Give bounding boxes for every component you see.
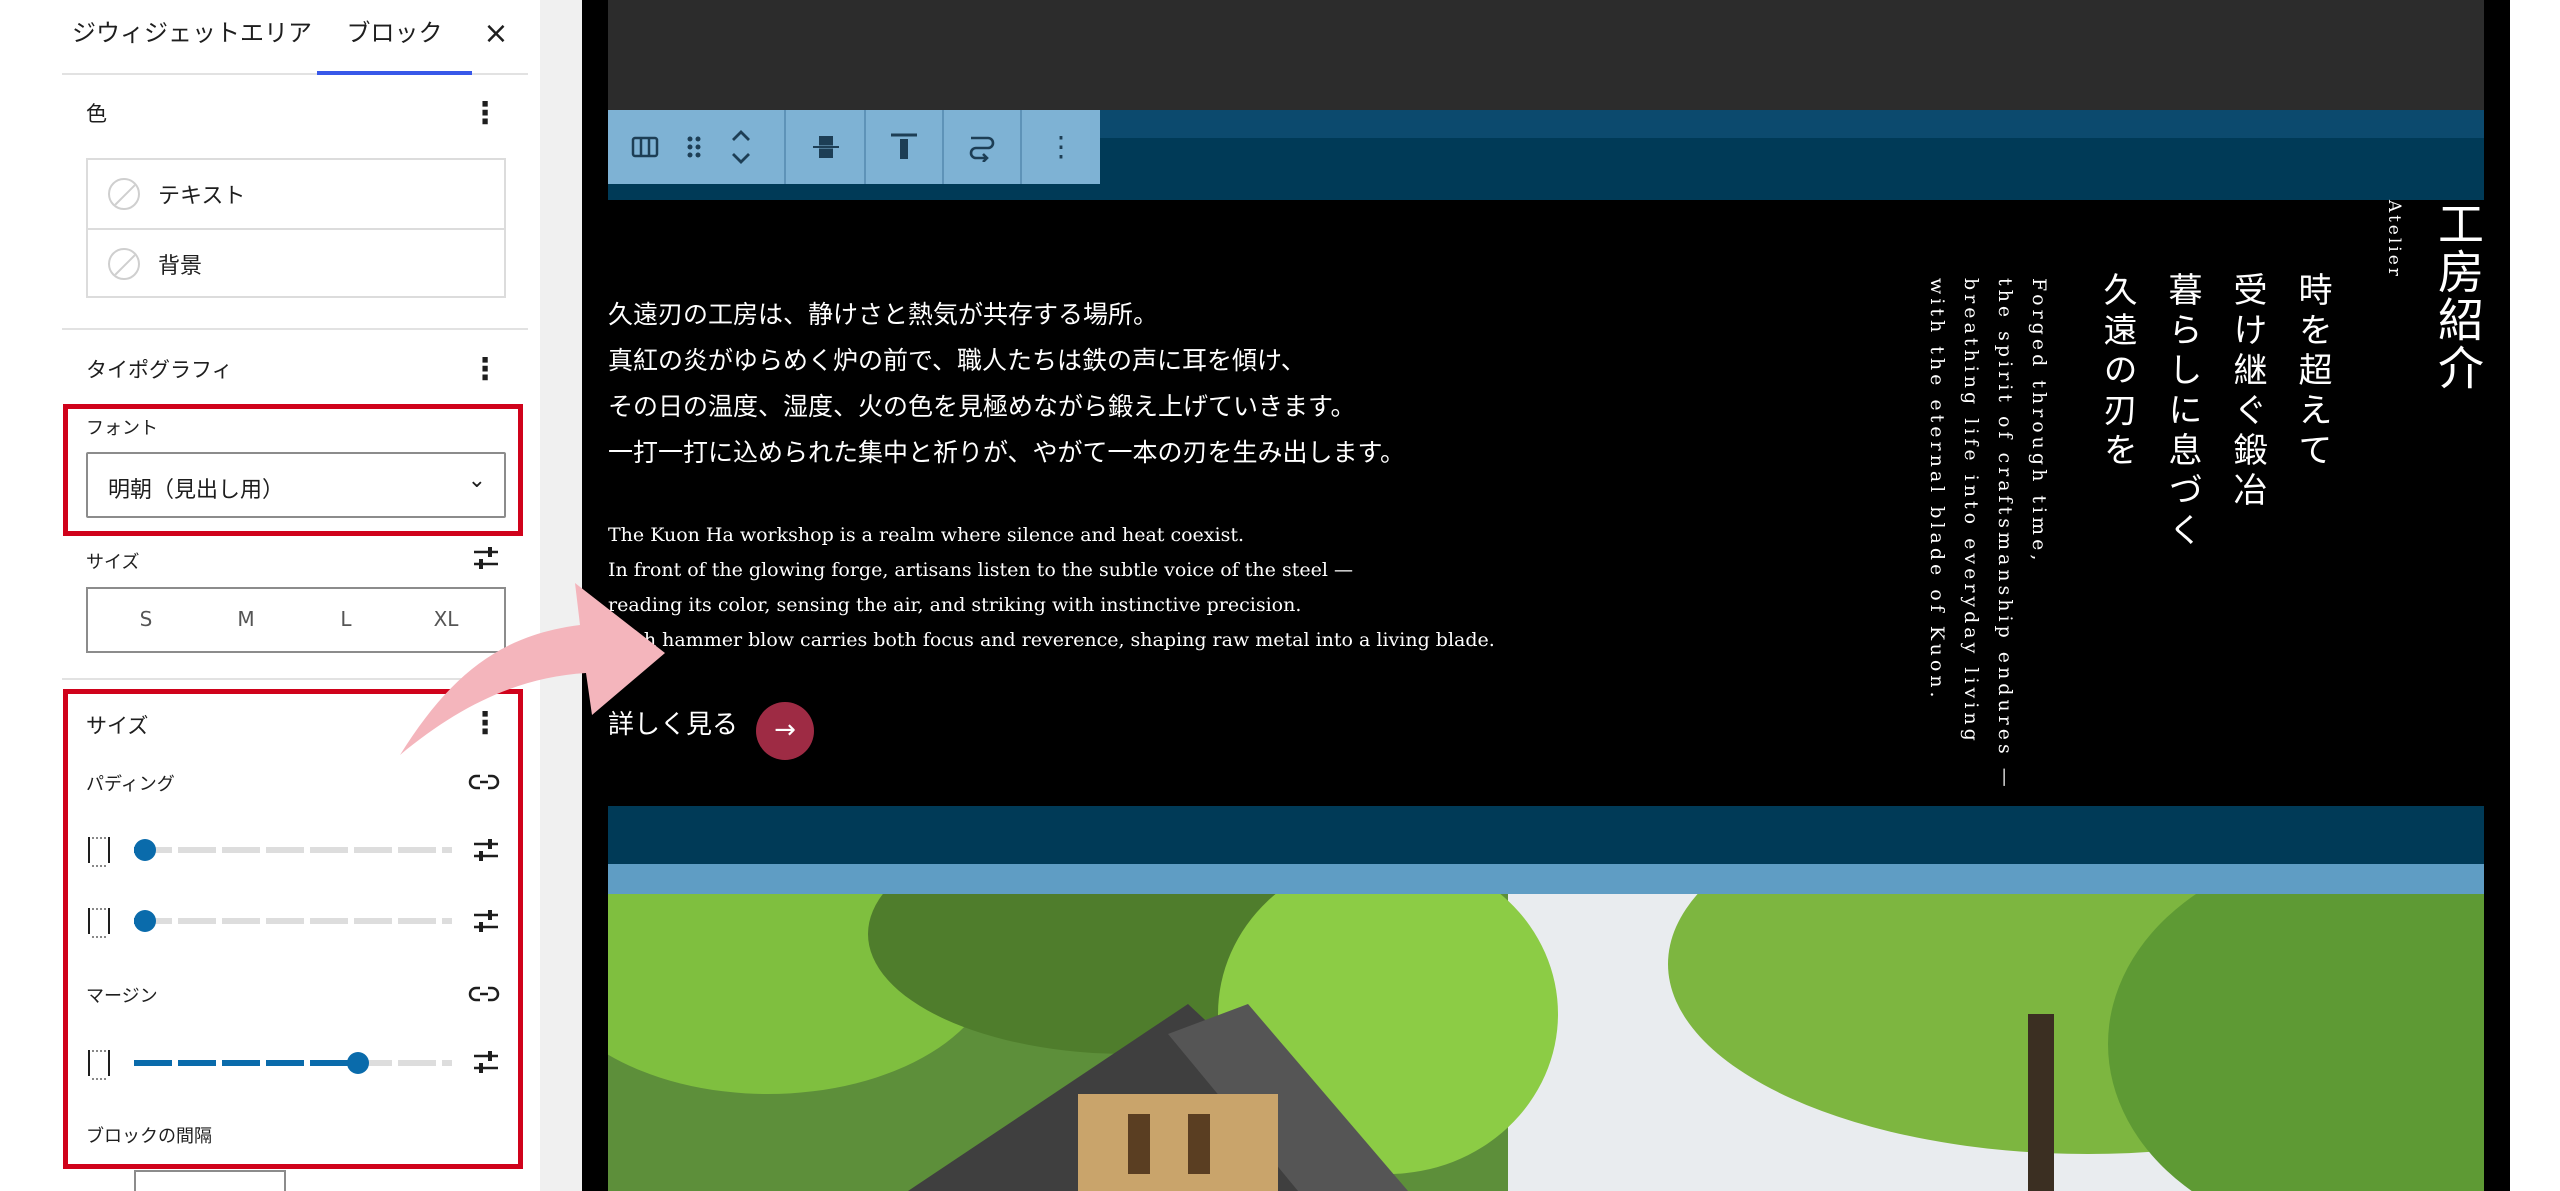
poem-line-en: with the eternal blade of Kuon. bbox=[1926, 278, 1948, 702]
section-divider bbox=[62, 328, 528, 330]
size-option-l[interactable]: L bbox=[316, 607, 376, 631]
intro-line: 一打一打に込められた集中と祈りが、やがて一本の刃を生み出します。 bbox=[608, 438, 1406, 467]
intro-line-en: The Kuon Ha workshop is a realm where si… bbox=[608, 524, 1245, 546]
poem-line: 久遠の刃を bbox=[2097, 272, 2137, 472]
intro-line-en: reading its color, sensing the air, and … bbox=[608, 594, 1302, 616]
intro-text-jp: 久遠刃の工房は、静けさと熱気が共存する場所。 真紅の炎がゆらめく炉の前で、職人た… bbox=[608, 292, 1405, 476]
margin-slider[interactable] bbox=[134, 1052, 452, 1074]
link-sides-icon[interactable] bbox=[468, 978, 500, 1010]
margin-side-icon bbox=[88, 1050, 110, 1080]
settings-tabs: ジウィジェットエリア ブロック × bbox=[62, 0, 528, 75]
padding-bottom-slider[interactable] bbox=[134, 910, 452, 932]
preview-top-band bbox=[608, 0, 2484, 110]
drag-handle-icon[interactable] bbox=[684, 132, 704, 162]
intro-line: その日の温度、湿度、火の色を見極めながら鍛え上げていきます。 bbox=[608, 392, 1356, 421]
empty-swatch-icon bbox=[108, 178, 140, 210]
tab-block[interactable]: ブロック bbox=[317, 0, 472, 75]
section-heading-sub: Atelier bbox=[2384, 200, 2404, 279]
align-center-icon bbox=[813, 136, 839, 158]
poem-line: 時を超えて bbox=[2292, 272, 2332, 472]
photo-section bbox=[608, 806, 2484, 1191]
canvas-frame-right bbox=[2484, 0, 2510, 1191]
section-heading: 工房紹介 bbox=[2431, 200, 2485, 392]
intro-text-en: The Kuon Ha workshop is a realm where si… bbox=[608, 518, 1495, 658]
color-item-label: テキスト bbox=[158, 184, 246, 209]
poem-line: 受け継ぐ鍛冶 bbox=[2227, 272, 2267, 512]
dimensions-section-title: サイズ bbox=[86, 714, 149, 738]
align-vertical-center-button[interactable] bbox=[786, 110, 866, 184]
color-options-kebab-icon[interactable]: ⋮ bbox=[470, 94, 500, 134]
custom-margin-icon[interactable] bbox=[470, 1046, 502, 1078]
color-options-box: テキスト 背景 bbox=[86, 158, 506, 298]
color-item-background[interactable]: 背景 bbox=[88, 228, 504, 296]
intro-line-en: In front of the glowing forge, artisans … bbox=[608, 559, 1353, 581]
color-section-title: 色 bbox=[86, 102, 107, 126]
align-top-button[interactable] bbox=[866, 110, 944, 184]
custom-padding-icon[interactable] bbox=[470, 834, 502, 866]
poem-line-en: breathing life into everyday living bbox=[1960, 278, 1982, 745]
block-type-group bbox=[608, 110, 786, 184]
typography-section-title: タイポグラフィ bbox=[86, 358, 233, 382]
workshop-photo bbox=[608, 894, 2484, 1191]
block-toolbar: ⋮ bbox=[608, 110, 1100, 184]
font-label: フォント bbox=[86, 418, 158, 439]
transform-button[interactable] bbox=[944, 110, 1022, 184]
move-up-down-icon[interactable] bbox=[726, 124, 756, 170]
poem-line-en: Forged through time, bbox=[2028, 278, 2050, 565]
typography-options-kebab-icon[interactable]: ⋮ bbox=[470, 350, 500, 390]
margin-label: マージン bbox=[86, 986, 158, 1007]
block-spacing-input[interactable] bbox=[134, 1170, 286, 1191]
columns-icon[interactable] bbox=[630, 132, 660, 162]
editor-canvas: ⋮ 久遠刃の工房は、静けさと熱気が共存する場所。 真紅の炎がゆらめく炉の前で、職… bbox=[582, 0, 2510, 1191]
padding-side-icon bbox=[88, 908, 110, 938]
size-option-m[interactable]: M bbox=[216, 607, 276, 631]
size-option-s[interactable]: S bbox=[116, 607, 176, 631]
empty-swatch-icon bbox=[108, 248, 140, 280]
close-panel-icon[interactable]: × bbox=[476, 14, 516, 54]
padding-top-slider[interactable] bbox=[134, 839, 452, 861]
block-options-kebab-icon[interactable]: ⋮ bbox=[1022, 110, 1100, 184]
block-spacing-label: ブロックの間隔 bbox=[86, 1126, 212, 1147]
annotation-arrow-icon bbox=[400, 583, 665, 755]
padding-top-side-icon bbox=[88, 837, 110, 867]
chevron-down-icon: ⌄ bbox=[467, 468, 486, 493]
align-top-icon bbox=[891, 133, 917, 159]
padding-label: パディング bbox=[86, 774, 175, 795]
poem-line: 暮らしに息づく bbox=[2162, 272, 2202, 552]
arrow-right-icon[interactable]: → bbox=[756, 702, 814, 760]
font-select-value: 明朝（見出し用） bbox=[108, 478, 285, 503]
custom-padding-icon[interactable] bbox=[470, 905, 502, 937]
editor-screen: ジウィジェットエリア ブロック × 色 ⋮ テキスト 背景 タイポグラフィ ⋮ … bbox=[0, 0, 2560, 1191]
color-item-text[interactable]: テキスト bbox=[88, 160, 504, 228]
poem-line-en: the spirit of craftsmanship endures — bbox=[1994, 278, 2016, 791]
intro-line: 真紅の炎がゆらめく炉の前で、職人たちは鉄の声に耳を傾け、 bbox=[608, 346, 1306, 375]
tab-widget-area[interactable]: ジウィジェットエリア bbox=[72, 0, 312, 75]
intro-line-en: Each hammer blow carries both focus and … bbox=[608, 629, 1495, 651]
color-item-label: 背景 bbox=[158, 254, 203, 279]
intro-line: 久遠刃の工房は、静けさと熱気が共存する場所。 bbox=[608, 300, 1159, 329]
loop-arrow-icon bbox=[969, 136, 995, 162]
font-size-label: サイズ bbox=[86, 552, 140, 573]
link-sides-icon[interactable] bbox=[468, 766, 500, 798]
font-select[interactable]: 明朝（見出し用） ⌄ bbox=[86, 452, 506, 518]
atelier-section: 久遠刃の工房は、静けさと熱気が共存する場所。 真紅の炎がゆらめく炉の前で、職人た… bbox=[608, 200, 2485, 806]
